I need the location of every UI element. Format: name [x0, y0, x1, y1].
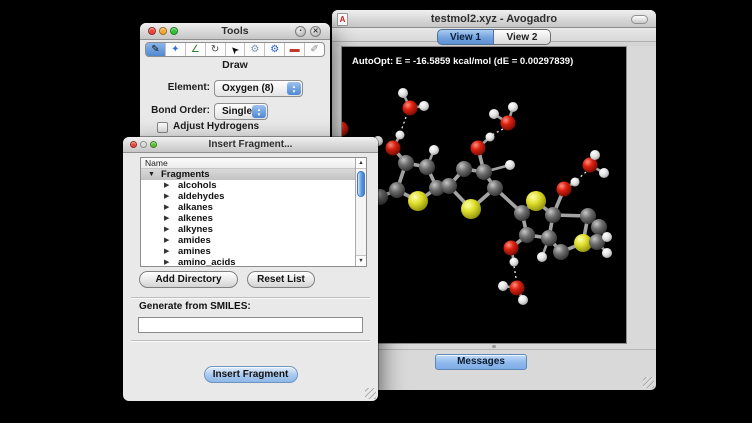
align-tool-button[interactable]: ✐	[305, 43, 324, 56]
tree-item-amides[interactable]: ▶ amides	[141, 235, 355, 246]
scroll-down-icon[interactable]: ▼	[356, 255, 366, 266]
tree-item-alkanes[interactable]: ▶ alkanes	[141, 202, 355, 213]
element-label: Element:	[150, 82, 210, 93]
bond-order-value: Single	[222, 104, 252, 120]
bond-centric-tool-button[interactable]: ∠	[186, 43, 206, 56]
tree-item-amino_acids[interactable]: ▶ amino_acids	[141, 257, 355, 267]
tree-item-amines[interactable]: ▶ amines	[141, 246, 355, 257]
add-directory-button[interactable]: Add Directory	[139, 271, 238, 288]
view-tab-strip: View 1 View 2	[332, 28, 656, 46]
pencil-icon: ✎	[151, 43, 159, 56]
divider	[131, 297, 370, 299]
resize-grip[interactable]	[365, 388, 376, 399]
3d-viewport[interactable]: AutoOpt: E = -16.5859 kcal/mol (dE = 0.0…	[341, 46, 627, 344]
toolbar-toggle-button[interactable]	[631, 15, 648, 24]
dialog-title: Insert Fragment...	[123, 137, 378, 153]
reset-list-button[interactable]: Reset List	[247, 271, 315, 288]
disclosure-closed-icon[interactable]: ▶	[164, 191, 169, 202]
active-tool-label: Draw	[140, 59, 330, 71]
panel-splitter[interactable]	[332, 349, 656, 350]
tree-item-alkynes[interactable]: ▶ alkynes	[141, 224, 355, 235]
gears-icon: ⚙	[250, 43, 259, 56]
disclosure-closed-icon[interactable]: ▶	[164, 246, 169, 257]
bond-order-label: Bond Order:	[150, 105, 210, 116]
auto-optimize-tool-button[interactable]: ⚙	[265, 43, 285, 56]
close-panel-button[interactable]: ✕	[310, 26, 321, 37]
auto-rotate-tool-button[interactable]: ⚙	[245, 43, 265, 56]
messages-panel-button[interactable]: Messages	[435, 354, 527, 370]
bond-order-dropdown[interactable]: Single ▲▼	[214, 103, 268, 120]
dropdown-stepper-icon: ▲▼	[252, 105, 266, 118]
divider	[131, 340, 370, 342]
adjust-hydrogens-label: Adjust Hydrogens	[173, 121, 259, 132]
rotate-hand-icon: ↻	[211, 43, 219, 56]
tree-item-alcohols[interactable]: ▶ alcohols	[141, 180, 355, 191]
blue-gear-icon: ⚙	[270, 43, 279, 56]
element-value: Oxygen (8)	[222, 81, 274, 97]
disclosure-closed-icon[interactable]: ▶	[164, 202, 169, 213]
disclosure-closed-icon[interactable]: ▶	[164, 235, 169, 246]
resize-grip[interactable]	[643, 377, 654, 388]
adjust-hydrogens-checkbox[interactable]	[157, 122, 168, 133]
selection-tool-button[interactable]: ➤	[226, 43, 246, 56]
wand-icon: ✐	[310, 43, 318, 56]
tree-item-fragments[interactable]: ▼ Fragments	[141, 169, 355, 180]
disclosure-open-icon[interactable]: ▼	[148, 169, 155, 180]
float-window-button[interactable]: ▪	[295, 26, 306, 37]
disclosure-closed-icon[interactable]: ▶	[164, 180, 169, 191]
insert-fragment-button[interactable]: Insert Fragment	[204, 366, 298, 383]
tree-item-label: Fragments	[161, 169, 210, 180]
tree-item-label: alkenes	[178, 213, 213, 224]
fragment-tree-rows: ▼Fragments▶alcohols▶aldehydes▶alkanes▶al…	[141, 169, 355, 266]
tool-palette-toolbar: ✎ ✦ ∠ ↻ ➤ ⚙ ⚙ ▬ ✐	[145, 42, 325, 57]
navigate-tool-button[interactable]: ✦	[166, 43, 186, 56]
disclosure-closed-icon[interactable]: ▶	[164, 224, 169, 235]
insert-fragment-dialog: Insert Fragment... Name ▼Fragments▶alcoh…	[123, 137, 378, 401]
element-dropdown[interactable]: Oxygen (8) ▲▼	[214, 80, 303, 97]
ruler-icon: ▬	[290, 43, 300, 56]
tree-scrollbar: ▲ ▼	[355, 158, 366, 266]
smiles-input[interactable]	[138, 317, 363, 333]
tree-item-label: alcohols	[178, 180, 217, 191]
tree-item-label: alkynes	[178, 224, 213, 235]
chart-icon: ∠	[191, 43, 200, 56]
scroll-up-icon[interactable]: ▲	[356, 158, 366, 169]
tree-item-aldehydes[interactable]: ▶ aldehydes	[141, 191, 355, 202]
main-window-titlebar[interactable]: A testmol2.xyz - Avogadro	[332, 10, 656, 28]
tree-item-label: aldehydes	[178, 191, 224, 202]
dialog-titlebar[interactable]: Insert Fragment...	[123, 137, 378, 153]
tree-column-header[interactable]: Name	[141, 158, 355, 169]
tree-item-alkenes[interactable]: ▶ alkenes	[141, 213, 355, 224]
main-window: A testmol2.xyz - Avogadro View 1 View 2	[332, 10, 656, 390]
smiles-label: Generate from SMILES:	[139, 301, 251, 312]
tab-view-2[interactable]: View 2	[494, 29, 551, 45]
measure-tool-button[interactable]: ▬	[285, 43, 305, 56]
window-title: testmol2.xyz - Avogadro	[332, 10, 656, 28]
tab-view-1[interactable]: View 1	[437, 29, 494, 45]
draw-tool-button[interactable]: ✎	[146, 43, 166, 56]
splitter-handle[interactable]	[492, 345, 496, 348]
disclosure-closed-icon[interactable]: ▶	[164, 257, 169, 267]
disclosure-closed-icon[interactable]: ▶	[164, 213, 169, 224]
cursor-arrow-icon: ➤	[227, 42, 242, 57]
tree-item-label: amino_acids	[178, 257, 236, 267]
tools-titlebar[interactable]: Tools ▪ ✕	[140, 23, 330, 40]
navigate-star-icon: ✦	[171, 43, 179, 56]
molecule-canvas	[342, 47, 626, 343]
manipulate-tool-button[interactable]: ↻	[206, 43, 226, 56]
tree-item-label: alkanes	[178, 202, 213, 213]
dropdown-stepper-icon: ▲▼	[287, 82, 301, 95]
desktop: A testmol2.xyz - Avogadro View 1 View 2	[0, 0, 752, 423]
tree-item-label: amines	[178, 246, 211, 257]
tree-item-label: amides	[178, 235, 211, 246]
fragment-tree: Name ▼Fragments▶alcohols▶aldehydes▶alkan…	[140, 157, 367, 267]
autoopt-status-text: AutoOpt: E = -16.5859 kcal/mol (dE = 0.0…	[352, 56, 573, 67]
scrollbar-thumb[interactable]	[357, 171, 365, 197]
